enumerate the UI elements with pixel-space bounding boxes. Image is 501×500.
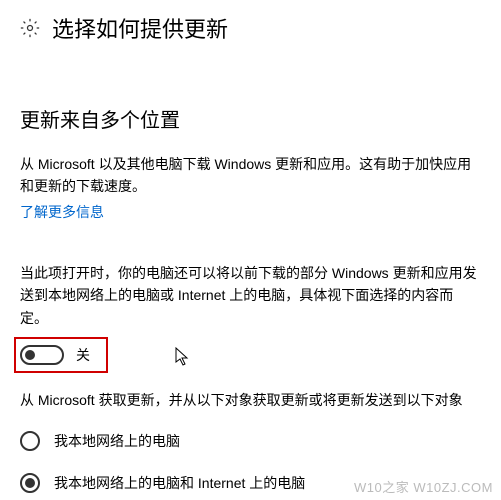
radio-intro: 从 Microsoft 获取更新，并从以下对象获取更新或将更新发送到以下对象 — [20, 389, 481, 411]
page-title: 选择如何提供更新 — [52, 12, 228, 44]
description-2: 当此项打开时，你的电脑还可以将以前下载的部分 Windows 更新和应用发送到本… — [20, 262, 481, 329]
delivery-toggle[interactable] — [20, 345, 64, 365]
section-subtitle: 更新来自多个位置 — [20, 104, 481, 133]
radio-button[interactable] — [20, 473, 40, 493]
radio-option-local[interactable]: 我本地网络上的电脑 — [20, 431, 481, 451]
description-1: 从 Microsoft 以及其他电脑下载 Windows 更新和应用。这有助于加… — [20, 153, 481, 198]
content-area: 更新来自多个位置 从 Microsoft 以及其他电脑下载 Windows 更新… — [0, 104, 501, 493]
radio-label: 我本地网络上的电脑和 Internet 上的电脑 — [54, 473, 305, 493]
learn-more-link[interactable]: 了解更多信息 — [20, 202, 104, 222]
gear-icon — [20, 18, 40, 38]
toggle-label: 关 — [76, 345, 90, 365]
watermark: W10之家 W10ZJ.COM — [354, 477, 493, 496]
radio-label: 我本地网络上的电脑 — [54, 431, 180, 451]
page-header: 选择如何提供更新 — [0, 0, 501, 64]
toggle-row: 关 — [20, 345, 481, 365]
cursor-icon — [175, 347, 191, 367]
radio-button[interactable] — [20, 431, 40, 451]
toggle-knob — [25, 350, 35, 360]
